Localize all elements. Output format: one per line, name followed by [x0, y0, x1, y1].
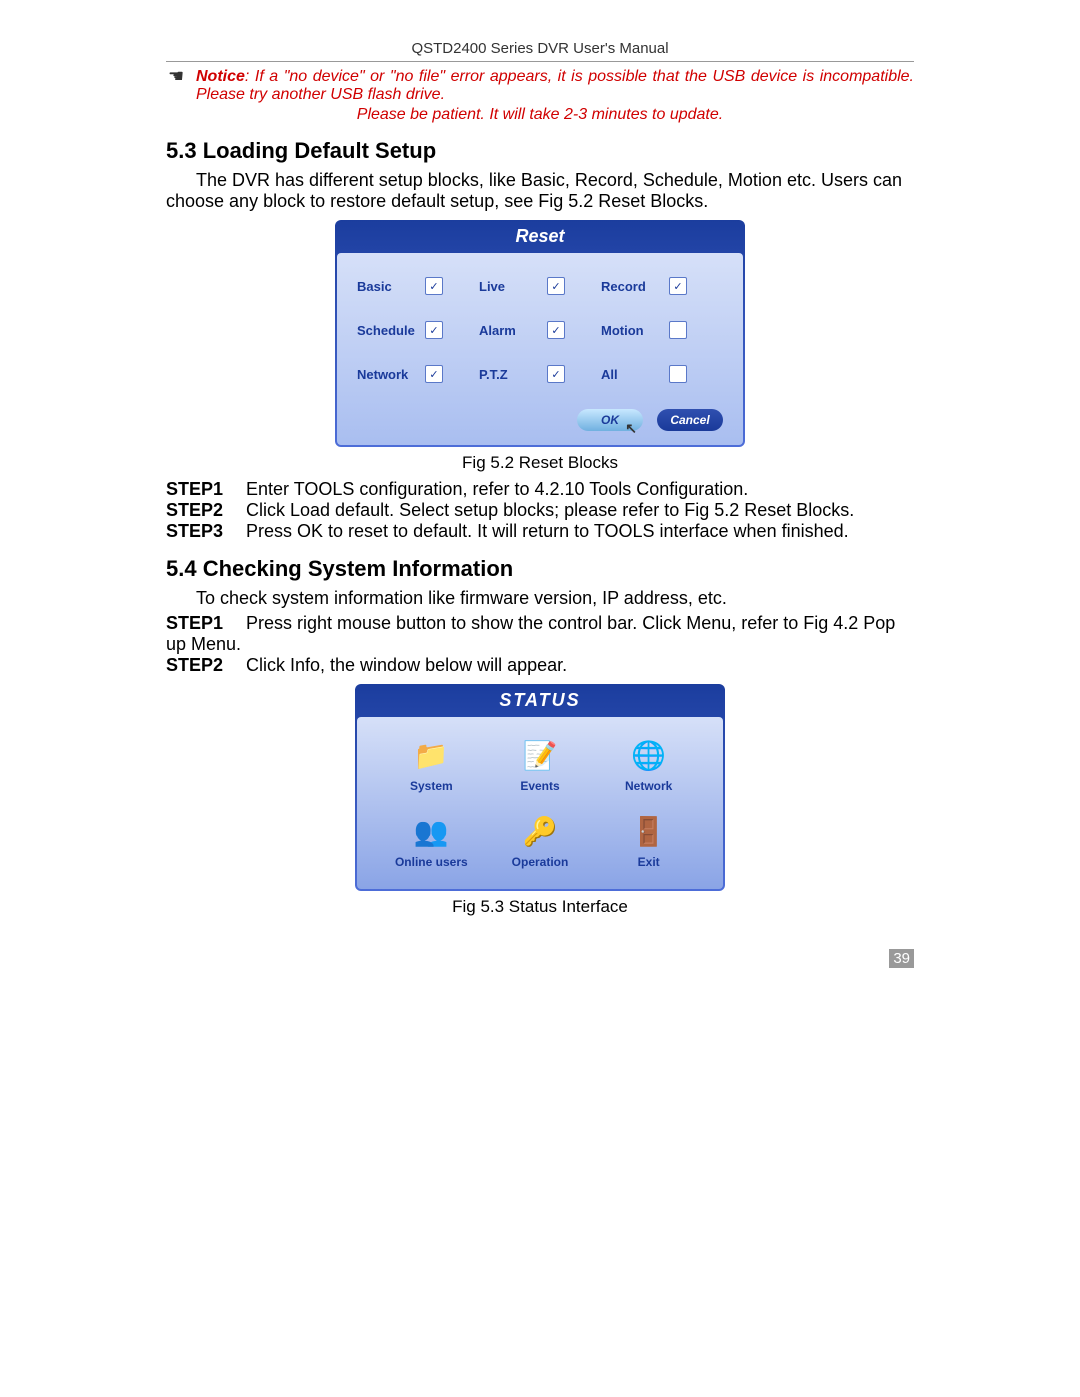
status-dialog: STATUS 📁 System 📝 Events 🌐 Network 👥 Onl…: [355, 684, 725, 891]
status-label-operation: Operation: [512, 855, 569, 869]
ok-button[interactable]: OK↖: [577, 409, 643, 431]
heading-5-4: 5.4 Checking System Information: [166, 556, 914, 582]
reset-dialog: Reset Basic ✓ Live ✓ Record ✓ Schedule ✓ Ala…: [335, 220, 745, 447]
checkbox-basic[interactable]: ✓: [425, 277, 443, 295]
reset-label-live: Live: [479, 279, 537, 294]
pointer-icon: ☚: [168, 66, 184, 87]
document-header: QSTD2400 Series DVR User's Manual: [166, 40, 914, 57]
status-item-system[interactable]: 📁 System: [377, 737, 486, 793]
fig-5-3-caption: Fig 5.3 Status Interface: [166, 897, 914, 917]
status-dialog-body: 📁 System 📝 Events 🌐 Network 👥 Online use…: [357, 717, 723, 889]
status-dialog-title: STATUS: [357, 686, 723, 717]
checkbox-all[interactable]: [669, 365, 687, 383]
step2-label: STEP2: [166, 500, 246, 521]
step3-label: STEP3: [166, 521, 246, 542]
reset-label-all: All: [601, 367, 659, 382]
notice-text: ☚ Notice: If a "no device" or "no file" …: [166, 68, 914, 104]
step3-text: Press OK to reset to default. It will re…: [246, 521, 849, 541]
reset-label-record: Record: [601, 279, 659, 294]
status-item-exit[interactable]: 🚪 Exit: [594, 813, 703, 869]
step1-label: STEP1: [166, 479, 246, 500]
status-label-events: Events: [520, 779, 559, 793]
status-item-network[interactable]: 🌐 Network: [594, 737, 703, 793]
cancel-button[interactable]: Cancel: [657, 409, 723, 431]
status-item-online-users[interactable]: 👥 Online users: [377, 813, 486, 869]
notice-patience: Please be patient. It will take 2-3 minu…: [166, 106, 914, 124]
page-number-container: 39: [166, 947, 914, 968]
checkbox-ptz[interactable]: ✓: [547, 365, 565, 383]
page-number: 39: [889, 949, 914, 968]
checkbox-motion[interactable]: [669, 321, 687, 339]
checkbox-live[interactable]: ✓: [547, 277, 565, 295]
status-label-exit: Exit: [638, 855, 660, 869]
status-item-events[interactable]: 📝 Events: [486, 737, 595, 793]
reset-dialog-body: Basic ✓ Live ✓ Record ✓ Schedule ✓ Alarm ✓ Mo…: [337, 253, 743, 445]
checkbox-network[interactable]: ✓: [425, 365, 443, 383]
online-users-icon: 👥: [413, 813, 449, 849]
reset-label-motion: Motion: [601, 323, 659, 338]
fig-5-2-caption: Fig 5.2 Reset Blocks: [166, 453, 914, 473]
heading-5-3: 5.3 Loading Default Setup: [166, 138, 914, 164]
reset-label-basic: Basic: [357, 279, 415, 294]
network-icon: 🌐: [631, 737, 667, 773]
reset-dialog-title: Reset: [337, 222, 743, 253]
notice-label: Notice: [196, 68, 245, 85]
reset-label-ptz: P.T.Z: [479, 367, 537, 382]
notice-body: : If a "no device" or "no file" error ap…: [196, 68, 914, 103]
reset-label-network: Network: [357, 367, 415, 382]
cursor-icon: ↖: [625, 420, 637, 437]
checkbox-record[interactable]: ✓: [669, 277, 687, 295]
step1b-text: Press right mouse button to show the con…: [166, 613, 895, 654]
checkbox-schedule[interactable]: ✓: [425, 321, 443, 339]
step1b-label: STEP1: [166, 613, 246, 634]
step1-text: Enter TOOLS configuration, refer to 4.2.…: [246, 479, 748, 499]
system-icon: 📁: [413, 737, 449, 773]
section-5-4-intro: To check system information like firmwar…: [166, 588, 914, 609]
reset-label-alarm: Alarm: [479, 323, 537, 338]
status-label-system: System: [410, 779, 453, 793]
reset-label-schedule: Schedule: [357, 323, 415, 338]
exit-icon: 🚪: [631, 813, 667, 849]
status-label-network: Network: [625, 779, 672, 793]
section-5-3-intro: The DVR has different setup blocks, like…: [166, 170, 914, 212]
operation-icon: 🔑: [522, 813, 558, 849]
checkbox-alarm[interactable]: ✓: [547, 321, 565, 339]
status-item-operation[interactable]: 🔑 Operation: [486, 813, 595, 869]
status-label-online-users: Online users: [395, 855, 468, 869]
step2b-text: Click Info, the window below will appear…: [246, 655, 567, 675]
step2-text: Click Load default. Select setup blocks;…: [246, 500, 854, 520]
step2b-label: STEP2: [166, 655, 246, 676]
events-icon: 📝: [522, 737, 558, 773]
